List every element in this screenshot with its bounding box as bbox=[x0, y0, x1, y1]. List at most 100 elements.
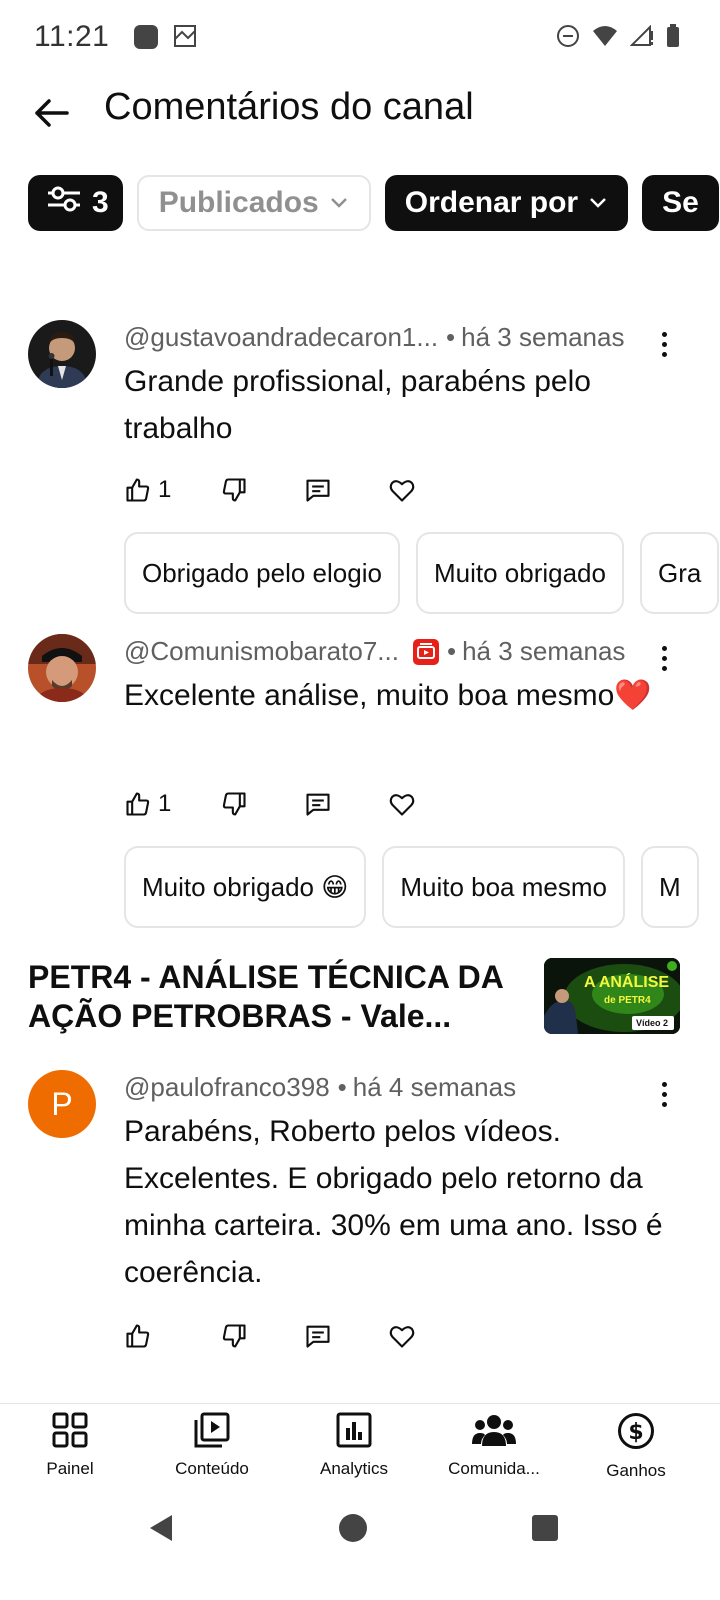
meta-separator: • bbox=[446, 322, 456, 352]
suggested-reply[interactable]: Gra bbox=[639, 532, 720, 614]
thumb-title-line2: de PETR4 bbox=[604, 995, 651, 1006]
system-back-icon[interactable] bbox=[146, 1513, 176, 1548]
published-filter-chip[interactable]: Publicados bbox=[136, 175, 371, 231]
avatar[interactable]: P bbox=[28, 1070, 96, 1138]
signal-icon bbox=[629, 24, 654, 52]
nav-label: Comunida... bbox=[448, 1459, 540, 1478]
next-chip-label: Se bbox=[662, 186, 699, 219]
nav-item-analytics[interactable]: Analytics bbox=[284, 1412, 424, 1479]
status-bar: 11:21 bbox=[0, 0, 720, 80]
suggested-reply[interactable]: Obrigado pelo elogio bbox=[124, 532, 400, 614]
reply-button[interactable] bbox=[304, 1316, 332, 1356]
chevron-down-icon bbox=[329, 196, 349, 210]
meta-separator: • bbox=[446, 636, 457, 666]
dnd-icon bbox=[556, 24, 580, 53]
avatar[interactable] bbox=[28, 634, 96, 702]
heart-button[interactable] bbox=[388, 784, 416, 824]
svg-text:$: $ bbox=[628, 1420, 643, 1445]
thumb-tag: Vídeo 2 bbox=[636, 1018, 669, 1028]
filter-settings-chip[interactable]: 3 bbox=[28, 175, 123, 231]
suggested-reply[interactable]: Muito boa mesmo bbox=[382, 846, 625, 928]
comment-text: Grande profissional, parabéns pelo traba… bbox=[124, 365, 591, 445]
reply-icon bbox=[306, 1325, 330, 1348]
chevron-down-icon bbox=[588, 196, 608, 210]
reply-button[interactable] bbox=[304, 470, 332, 510]
app-notification-icon bbox=[134, 25, 158, 49]
avatar[interactable] bbox=[28, 320, 96, 388]
like-count: 1 bbox=[158, 790, 172, 817]
nav-label: Analytics bbox=[319, 1459, 389, 1478]
system-home-icon[interactable] bbox=[338, 1513, 368, 1548]
earnings-dollar-icon: $ bbox=[617, 1412, 655, 1455]
dislike-button[interactable] bbox=[220, 784, 248, 824]
nav-item-ganhos[interactable]: $ Ganhos bbox=[566, 1412, 706, 1481]
system-nav-bar bbox=[0, 1493, 720, 1600]
heart-icon bbox=[389, 480, 415, 502]
thumb-down-icon bbox=[222, 792, 246, 816]
thumb-down-icon bbox=[222, 478, 246, 502]
like-button[interactable]: 1 bbox=[124, 784, 171, 824]
member-badge-icon bbox=[412, 638, 439, 665]
video-title[interactable]: PETR4 - ANÁLISE TÉCNICA DA AÇÃO PETROBRA… bbox=[28, 958, 538, 1036]
more-options-icon[interactable] bbox=[652, 326, 676, 362]
filter-count: 3 bbox=[92, 186, 109, 219]
status-time: 11:21 bbox=[34, 20, 110, 53]
battery-icon bbox=[666, 24, 680, 53]
like-count: 1 bbox=[158, 476, 172, 503]
next-filter-chip[interactable]: Se bbox=[642, 175, 719, 231]
app-header: Comentários do canal bbox=[0, 80, 720, 160]
comment-author[interactable]: @paulofranco398 bbox=[124, 1072, 330, 1103]
nav-item-comunidade[interactable]: Comunida... bbox=[424, 1412, 564, 1479]
thumb-up-icon bbox=[126, 1324, 150, 1348]
dashboard-icon bbox=[52, 1412, 88, 1453]
like-button[interactable]: 1 bbox=[124, 470, 171, 510]
filter-chips: 3 Publicados Ordenar por Se bbox=[28, 175, 719, 231]
dislike-button[interactable] bbox=[220, 470, 248, 510]
gallery-notification-icon bbox=[174, 25, 196, 47]
nav-label: Ganhos bbox=[606, 1461, 666, 1480]
wifi-icon bbox=[592, 25, 618, 52]
comment-meta: @gustavoandradecaron1... • há 3 semanas bbox=[124, 322, 624, 353]
more-options-icon[interactable] bbox=[652, 1076, 676, 1112]
sort-chip[interactable]: Ordenar por bbox=[384, 175, 629, 231]
thumb-title-line1: A ANÁLISE bbox=[584, 974, 670, 991]
nav-label: Conteúdo bbox=[175, 1459, 249, 1478]
more-options-icon[interactable] bbox=[652, 640, 676, 676]
thumb-up-icon bbox=[126, 792, 150, 816]
comment-text: Parabéns, Roberto pelos vídeos. Excelent… bbox=[124, 1115, 663, 1289]
suggested-reply[interactable]: Muito obrigado bbox=[415, 532, 624, 614]
avatar-letter: P bbox=[51, 1085, 73, 1122]
comment-time: há 3 semanas bbox=[461, 322, 625, 352]
heart-button[interactable] bbox=[388, 470, 416, 510]
system-recents-icon[interactable] bbox=[532, 1515, 558, 1546]
sort-label: Ordenar por bbox=[404, 186, 579, 219]
published-label: Publicados bbox=[158, 186, 319, 219]
comment-text: Excelente análise, muito boa mesmo❤️ bbox=[124, 679, 652, 712]
content-library-icon bbox=[194, 1412, 230, 1453]
comment-author[interactable]: @Comunismobarato7... bbox=[124, 636, 399, 667]
nav-item-painel[interactable]: Painel bbox=[0, 1412, 140, 1479]
thumb-down-icon bbox=[222, 1324, 246, 1348]
comment-author[interactable]: @gustavoandradecaron1... bbox=[124, 322, 438, 353]
reply-icon bbox=[306, 793, 330, 816]
meta-separator: • bbox=[337, 1072, 347, 1102]
heart-icon bbox=[389, 794, 415, 816]
bottom-nav: Painel Conteúdo Analytics Comunida... $ … bbox=[0, 1403, 720, 1493]
suggested-replies: Muito obrigado 😁 Muito boa mesmo M bbox=[124, 846, 699, 928]
comment-meta: @paulofranco398 • há 4 semanas bbox=[124, 1072, 516, 1103]
back-arrow-icon[interactable] bbox=[26, 88, 76, 138]
sliders-icon bbox=[46, 184, 82, 222]
comment-time: há 4 semanas bbox=[352, 1072, 517, 1102]
suggested-reply[interactable]: M bbox=[640, 846, 699, 928]
heart-button[interactable] bbox=[388, 1316, 416, 1356]
suggested-reply[interactable]: Muito obrigado 😁 bbox=[124, 846, 367, 928]
comment-meta: @Comunismobarato7... • há 3 semanas bbox=[124, 636, 625, 667]
like-button[interactable] bbox=[124, 1316, 152, 1356]
dislike-button[interactable] bbox=[220, 1316, 248, 1356]
video-thumbnail[interactable]: A ANÁLISE de PETR4 Vídeo 2 bbox=[544, 958, 680, 1034]
nav-label: Painel bbox=[46, 1459, 94, 1478]
analytics-icon bbox=[336, 1412, 372, 1453]
heart-icon bbox=[389, 1326, 415, 1348]
nav-item-conteudo[interactable]: Conteúdo bbox=[142, 1412, 282, 1479]
reply-button[interactable] bbox=[304, 784, 332, 824]
